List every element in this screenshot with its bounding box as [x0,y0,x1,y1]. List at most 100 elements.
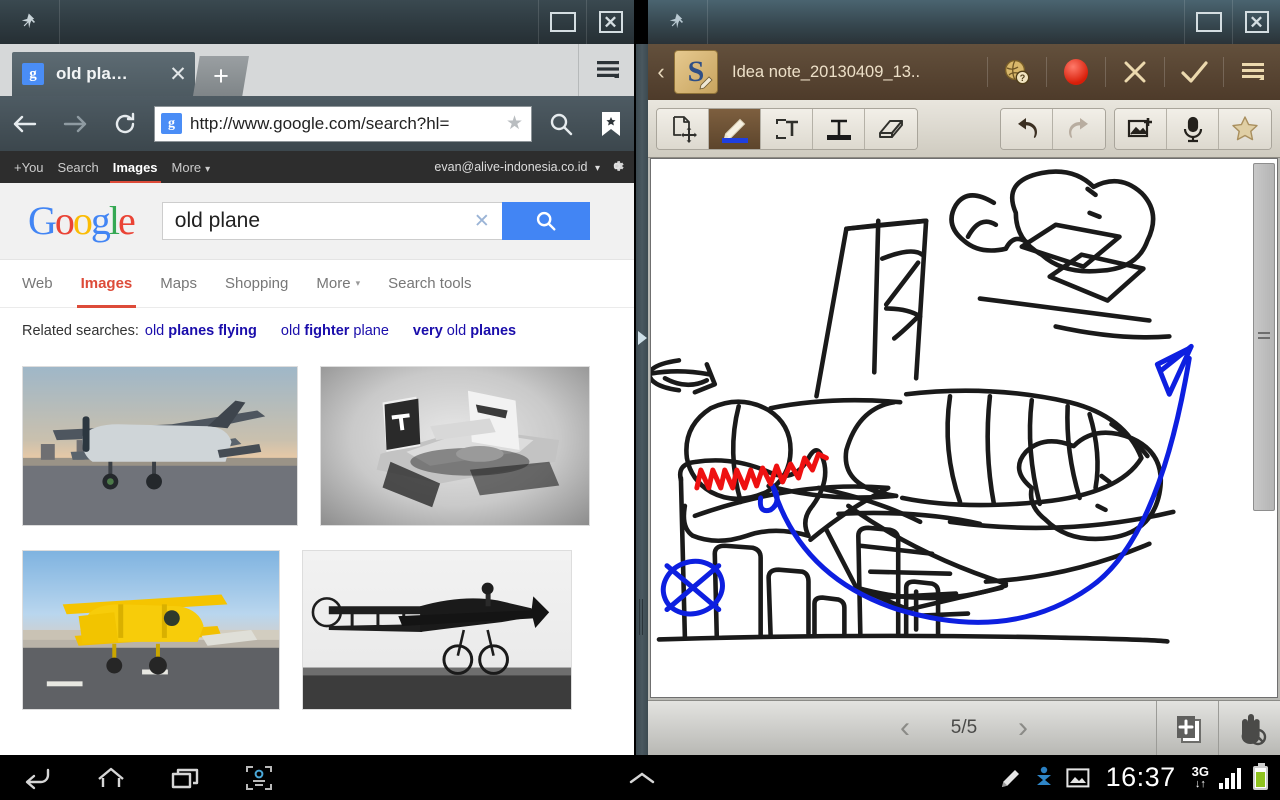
account-menu[interactable]: evan@alive-indonesia.co.id ▾ [434,160,600,174]
snote-close-button[interactable]: ✕ [1232,0,1280,44]
browser-close-button[interactable]: ✕ [586,0,634,44]
tab-maps[interactable]: Maps [160,260,197,308]
google-favicon: g [22,63,44,85]
image-results-grid [0,358,634,755]
expand-status-button[interactable] [605,755,679,800]
expand-triangle-icon[interactable] [638,331,647,345]
google-account-bar: +You Search Images More ▾ evan@alive-indo… [0,151,634,184]
reload-icon[interactable] [100,96,150,151]
tab-search-tools[interactable]: Search tools [388,260,471,308]
favorite-star-button[interactable] [1219,108,1271,149]
cancel-icon[interactable] [1108,44,1162,100]
google-search-button[interactable] [501,202,590,240]
url-star-icon[interactable]: ★ [506,112,523,135]
confirm-check-icon[interactable] [1167,44,1221,100]
eraser-tool[interactable] [865,108,917,149]
image-results-row [22,550,634,710]
drag-grip-icon[interactable] [639,599,645,635]
scrollbar-grip-icon [1258,332,1270,342]
google-search-header: Google old plane ✕ [0,183,634,260]
back-arrow-icon[interactable] [0,96,50,151]
chevron-down-icon: ▾ [355,278,361,288]
yellow-biplane-thumbnail[interactable] [22,550,280,710]
insert-image-button[interactable] [1115,108,1167,149]
canvas-vertical-scrollbar[interactable] [1253,163,1275,511]
tab-web[interactable]: Web [22,260,53,308]
undo-button[interactable] [1001,108,1053,149]
text-box-tool[interactable] [761,108,813,149]
next-page-button[interactable]: › [992,713,1054,743]
biplane-at-dusk-thumbnail[interactable] [22,366,298,526]
snote-maximize-button[interactable] [1184,0,1232,44]
pen-color-indicator [722,137,748,143]
hand-blocked-icon[interactable] [1218,701,1280,755]
sync-icon[interactable] [1033,766,1055,790]
browser-tab-close-button[interactable]: ✕ [161,62,195,87]
add-page-button[interactable] [1156,701,1218,755]
snote-menu-icon[interactable] [1226,44,1280,100]
snote-back-button[interactable]: ‹ [648,61,674,83]
browser-maximize-button[interactable] [538,0,586,44]
page-indicator: 5/5 [950,717,978,738]
signal-bars-icon [1219,767,1243,789]
gbar-link-images[interactable]: Images [109,160,161,184]
image-results-row [22,366,634,526]
move-select-tool[interactable] [657,108,709,149]
tab-shopping[interactable]: Shopping [225,260,288,308]
related-search-2[interactable]: old fighter plane [281,323,389,339]
voice-record-button[interactable] [1167,108,1219,149]
browser-tab[interactable]: g old pla… ✕ [12,52,195,96]
related-search-1[interactable]: old planes flying [145,323,257,339]
close-icon: ✕ [598,11,623,33]
url-text: http://www.google.com/search?hl= [190,113,450,133]
home-nav-button[interactable] [74,755,148,800]
related-search-3[interactable]: very old planes [413,323,516,339]
record-button[interactable] [1049,44,1103,100]
screen-capture-nav-button[interactable] [222,755,296,800]
stylus-icon[interactable] [1000,767,1022,789]
google-search-query: old plane [174,209,261,232]
search-icon[interactable] [536,96,586,151]
close-icon: ✕ [1244,11,1269,33]
new-tab-button[interactable]: + [193,56,249,96]
gbar-link-more[interactable]: More ▾ [172,160,211,175]
redo-button[interactable] [1053,108,1105,149]
browser-window: ✕ g old pla… ✕ + g http://www.google.com… [0,0,636,755]
gear-icon[interactable] [608,157,626,178]
snote-window: ✕ ‹ S Idea note_20130409_13.. ? ‹ 5/5 › [648,0,1280,755]
gbar-link-search[interactable]: Search [58,160,99,175]
note-drawing-canvas[interactable] [650,158,1278,698]
previous-page-button[interactable]: ‹ [874,713,936,743]
snote-toolbar [648,100,1280,158]
share-globe-icon[interactable]: ? [990,44,1044,100]
url-input[interactable]: g http://www.google.com/search?hl= ★ [154,105,532,142]
pen-tool[interactable] [709,108,761,149]
clear-search-icon[interactable]: ✕ [470,210,494,233]
forward-arrow-icon[interactable] [50,96,100,151]
recent-apps-nav-button[interactable] [148,755,222,800]
svg-text:?: ? [1020,73,1026,83]
bookmark-icon[interactable] [586,96,634,151]
hamburger-menu-icon [596,61,619,78]
chevron-down-icon: ▾ [594,163,600,174]
snote-note-title: Idea note_20130409_13.. [732,62,921,81]
browser-tab-label: old pla… [56,64,128,83]
related-searches: Related searches: old planes flying old … [0,316,634,346]
tab-images[interactable]: Images [76,260,136,308]
pin-icon[interactable] [0,0,60,44]
tool-group-insert [1114,107,1272,150]
text-underline-indicator [827,134,851,140]
browser-tabstrip: g old pla… ✕ + [0,44,634,96]
vintage-military-plane-thumbnail[interactable] [320,366,590,526]
gbar-link-plusyou[interactable]: +You [14,160,44,175]
text-tool[interactable] [813,108,865,149]
window-split-divider[interactable] [636,44,648,755]
early-monoplane-thumbnail[interactable] [302,550,572,710]
google-search-input[interactable]: old plane ✕ [161,202,502,240]
screenshot-icon[interactable] [1065,767,1090,789]
back-nav-button[interactable] [0,755,74,800]
browser-menu-button[interactable] [578,44,634,96]
snote-header: ‹ S Idea note_20130409_13.. ? [648,44,1280,100]
pin-icon[interactable] [648,0,708,44]
tab-more[interactable]: More ▾ [316,260,360,308]
